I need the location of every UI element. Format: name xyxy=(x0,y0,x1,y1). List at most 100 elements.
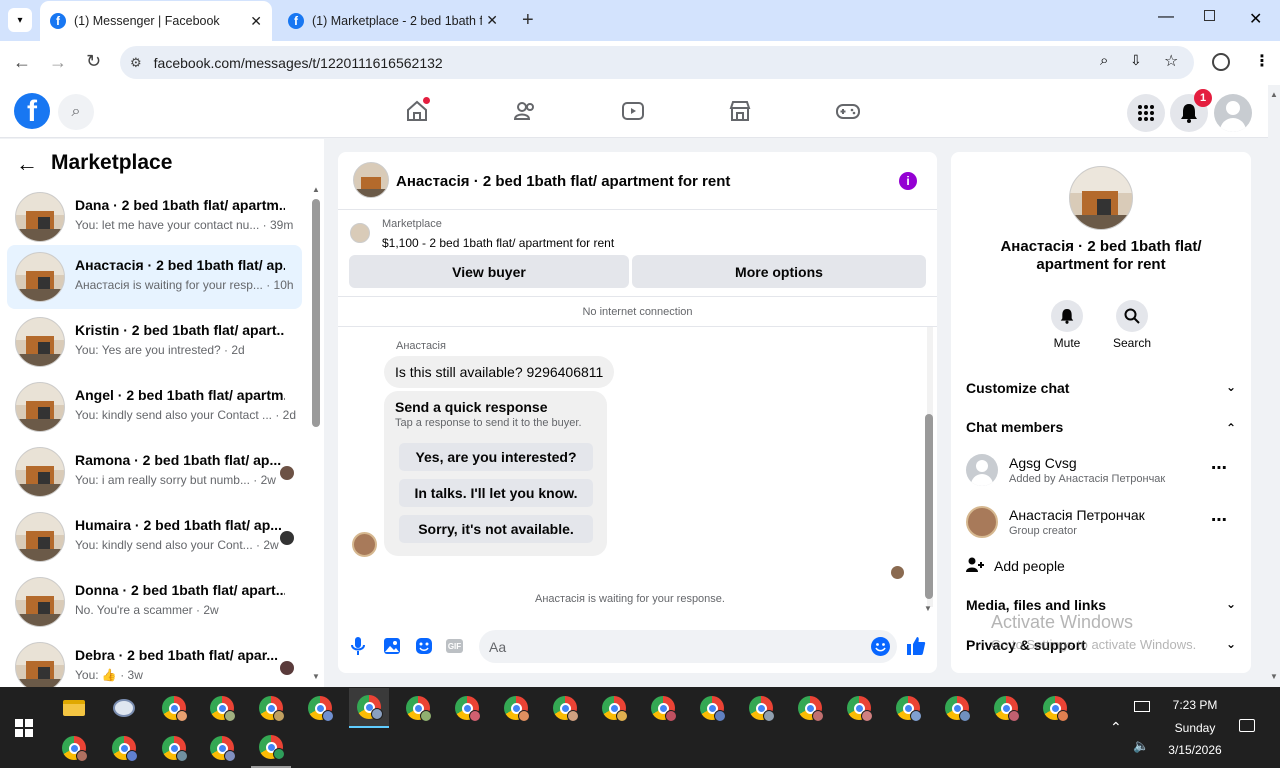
listing-text[interactable]: $1,100 - 2 bed 1bath flat/ apartment for… xyxy=(382,236,614,250)
chrome-icon[interactable] xyxy=(937,688,977,728)
chrome-icon[interactable] xyxy=(741,688,781,728)
chrome-icon[interactable] xyxy=(154,688,194,728)
member-name[interactable]: Анастасія Петрончак xyxy=(1009,507,1145,523)
account-avatar[interactable] xyxy=(1214,94,1252,132)
volume-icon[interactable]: 🔈 xyxy=(1133,738,1149,754)
chat-listing-avatar[interactable] xyxy=(353,162,389,198)
friends-nav-icon[interactable] xyxy=(505,93,545,129)
clock-day[interactable]: Sunday xyxy=(1160,721,1230,735)
scroll-down-icon[interactable]: ▼ xyxy=(312,672,320,681)
network-icon[interactable] xyxy=(1134,701,1150,712)
page-scroll-up-icon[interactable]: ▲ xyxy=(1270,90,1278,99)
forward-icon[interactable]: → xyxy=(49,52,67,73)
member-options-icon[interactable]: ⋯ xyxy=(1211,510,1227,530)
chrome-icon[interactable] xyxy=(496,688,536,728)
marketplace-nav-icon[interactable] xyxy=(720,93,760,129)
member-name[interactable]: Agsg Cvsg xyxy=(1009,455,1077,471)
member-options-icon[interactable]: ⋯ xyxy=(1211,458,1227,478)
conversation-item-selected[interactable]: Анастасія · 2 bed 1bath flat/ ap... Анас… xyxy=(7,245,302,309)
chrome-icon[interactable] xyxy=(986,688,1026,728)
chrome-icon[interactable] xyxy=(1035,688,1075,728)
profile-icon[interactable] xyxy=(1212,53,1230,71)
chat-scrollbar[interactable] xyxy=(925,414,933,599)
conversation-item[interactable]: Angel · 2 bed 1bath flat/ apartm... You:… xyxy=(7,375,302,439)
chrome-icon[interactable] xyxy=(692,688,732,728)
conversation-item[interactable]: Debra · 2 bed 1bath flat/ apar... You: 👍… xyxy=(7,635,302,687)
zoom-icon[interactable]: ⌕ xyxy=(1100,52,1108,69)
chrome-icon[interactable] xyxy=(154,728,194,768)
back-icon[interactable]: ← xyxy=(13,52,31,73)
sidebar-scrollbar[interactable] xyxy=(312,199,320,427)
address-bar[interactable]: ⚙ facebook.com/messages/t/12201116165621… xyxy=(120,46,1194,79)
install-app-icon[interactable]: ⇩ xyxy=(1130,52,1142,69)
facebook-logo-icon[interactable]: f xyxy=(14,93,50,129)
chrome-icon[interactable] xyxy=(300,688,340,728)
info-icon[interactable]: i xyxy=(899,172,917,190)
conversation-item[interactable]: Donna · 2 bed 1bath flat/ apart... No. Y… xyxy=(7,570,302,634)
gaming-nav-icon[interactable] xyxy=(828,93,868,129)
chrome-icon[interactable] xyxy=(104,728,144,768)
quick-response-button[interactable]: In talks. I'll let you know. xyxy=(399,479,593,507)
reload-icon[interactable]: ↻ xyxy=(86,51,101,72)
sticker-icon[interactable] xyxy=(415,637,433,660)
tab-search-icon[interactable]: ▾ xyxy=(8,8,32,32)
like-thumb-icon[interactable] xyxy=(906,636,926,661)
message-input[interactable]: Aa xyxy=(479,630,897,663)
restore-icon[interactable] xyxy=(1204,10,1215,21)
menu-grid-icon[interactable] xyxy=(1127,94,1165,132)
chrome-icon-active[interactable] xyxy=(349,688,389,728)
chrome-icon[interactable] xyxy=(202,688,242,728)
file-explorer-icon[interactable] xyxy=(54,688,94,728)
conversation-item[interactable]: Dana · 2 bed 1bath flat/ apartm... You: … xyxy=(7,185,302,249)
minimize-icon[interactable]: — xyxy=(1158,8,1174,26)
sender-avatar[interactable] xyxy=(352,532,377,557)
clock-date[interactable]: 3/15/2026 xyxy=(1155,743,1235,757)
message-bubble[interactable]: Is this still available? 9296406811 xyxy=(384,356,615,388)
chrome-icon[interactable] xyxy=(594,688,634,728)
tab-messenger[interactable]: f (1) Messenger | Facebook ✕ xyxy=(40,1,272,41)
bookmark-star-icon[interactable]: ☆ xyxy=(1164,51,1178,71)
scroll-down-icon[interactable]: ▼ xyxy=(924,604,932,613)
view-buyer-button[interactable]: View buyer xyxy=(349,255,629,288)
chrome-icon[interactable] xyxy=(545,688,585,728)
notification-center-icon[interactable] xyxy=(1239,719,1255,732)
windows-start-icon[interactable] xyxy=(15,719,33,742)
chrome-icon[interactable] xyxy=(790,688,830,728)
search-chat-icon[interactable] xyxy=(1116,300,1148,332)
member-avatar[interactable] xyxy=(966,506,998,538)
customize-chat-section[interactable]: Customize chat ⌄ xyxy=(966,380,1236,396)
chrome-icon[interactable] xyxy=(54,728,94,768)
tab-marketplace[interactable]: f (1) Marketplace - 2 bed 1bath f ✕ xyxy=(278,0,510,41)
site-info-icon[interactable]: ⚙ xyxy=(130,55,142,71)
chrome-icon[interactable] xyxy=(251,728,291,768)
paint-app-icon[interactable] xyxy=(104,688,144,728)
tray-overflow-icon[interactable]: ⌃ xyxy=(1110,719,1122,736)
close-tab-icon[interactable]: ✕ xyxy=(486,12,498,29)
chat-members-section[interactable]: Chat members ⌃ xyxy=(966,419,1236,435)
photo-icon[interactable] xyxy=(383,637,401,660)
chrome-icon[interactable] xyxy=(643,688,683,728)
home-nav-icon[interactable] xyxy=(397,93,437,129)
scroll-up-icon[interactable]: ▲ xyxy=(312,185,320,194)
chrome-icon[interactable] xyxy=(251,688,291,728)
chrome-icon[interactable] xyxy=(447,688,487,728)
emoji-icon[interactable] xyxy=(871,637,890,656)
quick-response-button[interactable]: Yes, are you interested? xyxy=(399,443,593,471)
mute-bell-icon[interactable] xyxy=(1051,300,1083,332)
member-avatar[interactable] xyxy=(966,454,998,486)
conversation-item[interactable]: Humaira · 2 bed 1bath flat/ ap... You: k… xyxy=(7,505,302,569)
gif-icon[interactable]: GIF xyxy=(446,639,463,653)
chrome-icon[interactable] xyxy=(888,688,928,728)
chrome-icon[interactable] xyxy=(398,688,438,728)
more-options-button[interactable]: More options xyxy=(632,255,926,288)
media-files-section[interactable]: Media, files and links ⌄ xyxy=(966,597,1236,613)
search-icon[interactable]: ⌕ xyxy=(58,94,94,130)
clock-time[interactable]: 7:23 PM xyxy=(1160,698,1230,712)
new-tab-icon[interactable]: + xyxy=(522,9,534,32)
microphone-icon[interactable] xyxy=(350,636,366,661)
page-scroll-down-icon[interactable]: ▼ xyxy=(1270,672,1278,681)
quick-response-button[interactable]: Sorry, it's not available. xyxy=(399,515,593,543)
conversation-item[interactable]: Kristin · 2 bed 1bath flat/ apart... You… xyxy=(7,310,302,374)
close-window-icon[interactable]: ✕ xyxy=(1249,9,1262,29)
chrome-icon[interactable] xyxy=(202,728,242,768)
